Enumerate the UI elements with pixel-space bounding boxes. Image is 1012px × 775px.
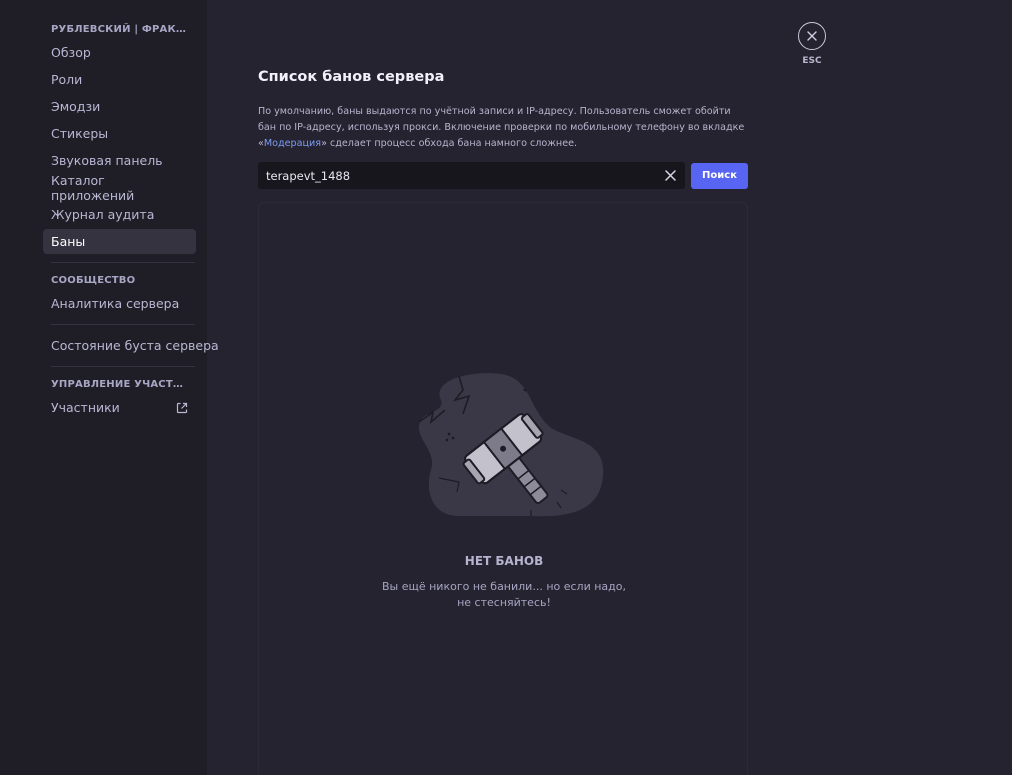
settings-main: Список банов сервера По умолчанию, баны … bbox=[207, 0, 1012, 775]
close-icon bbox=[664, 170, 676, 181]
settings-root: РУБЛЕВСКИЙ | ФРАКЦИИ Обзор Роли Эмодзи С… bbox=[0, 0, 1012, 775]
sidebar-item-label: Аналитика сервера bbox=[51, 296, 180, 311]
sidebar-item-server-boost[interactable]: Состояние буста сервера bbox=[43, 333, 219, 358]
search-input[interactable] bbox=[266, 168, 663, 183]
search-box bbox=[258, 162, 685, 189]
sidebar-members-header: УПРАВЛЕНИЕ УЧАСТНИКА... bbox=[51, 379, 197, 390]
moderation-link[interactable]: Модерация bbox=[264, 138, 321, 149]
sidebar-item-emoji[interactable]: Эмодзи bbox=[43, 94, 196, 119]
esc-label: ESC bbox=[802, 56, 822, 66]
sidebar-item-overview[interactable]: Обзор bbox=[43, 40, 196, 65]
bans-content: Список банов сервера По умолчанию, баны … bbox=[258, 66, 748, 775]
external-link-icon bbox=[176, 402, 188, 413]
close-button[interactable] bbox=[798, 22, 826, 50]
sidebar-item-label: Журнал аудита bbox=[51, 207, 155, 222]
sidebar-item-bans[interactable]: Баны bbox=[43, 229, 196, 254]
bans-list-panel: НЕТ БАНОВ Вы ещё никого не банили... но … bbox=[258, 202, 748, 775]
search-row: Поиск bbox=[258, 162, 748, 189]
sidebar-item-label: Участники bbox=[51, 400, 120, 415]
sidebar-item-stickers[interactable]: Стикеры bbox=[43, 121, 196, 146]
sidebar-community-header: СООБЩЕСТВО bbox=[51, 275, 136, 286]
sidebar-item-label: Состояние буста сервера bbox=[51, 338, 219, 353]
sidebar-item-soundboard[interactable]: Звуковая панель bbox=[43, 148, 196, 173]
close-settings: ESC bbox=[798, 22, 826, 66]
sidebar-divider bbox=[51, 366, 195, 367]
sidebar-item-app-directory[interactable]: Каталог приложений bbox=[43, 172, 196, 203]
sidebar-divider bbox=[51, 324, 195, 325]
sidebar-item-label: Стикеры bbox=[51, 126, 109, 141]
sidebar-item-label: Баны bbox=[51, 234, 86, 249]
sidebar-item-label: Звуковая панель bbox=[51, 153, 163, 168]
empty-state-title: НЕТ БАНОВ bbox=[464, 554, 544, 568]
description-text: » сделает процесс обхода бана намного сл… bbox=[321, 138, 578, 149]
sidebar-server-header: РУБЛЕВСКИЙ | ФРАКЦИИ bbox=[51, 24, 197, 35]
sidebar-item-members[interactable]: Участники bbox=[43, 395, 196, 420]
sidebar-divider bbox=[51, 262, 195, 263]
search-button[interactable]: Поиск bbox=[691, 162, 748, 189]
sidebar-item-roles[interactable]: Роли bbox=[43, 67, 196, 92]
sidebar-item-label: Каталог приложений bbox=[51, 172, 135, 203]
ban-hammer-icon bbox=[418, 373, 604, 517]
clear-search-button[interactable] bbox=[663, 169, 677, 183]
sidebar-item-label: Роли bbox=[51, 72, 83, 87]
sidebar-item-audit-log[interactable]: Журнал аудита bbox=[43, 202, 196, 227]
bans-description: По умолчанию, баны выдаются по учётной з… bbox=[258, 104, 748, 152]
sidebar-item-server-insights[interactable]: Аналитика сервера bbox=[43, 291, 196, 316]
settings-sidebar: РУБЛЕВСКИЙ | ФРАКЦИИ Обзор Роли Эмодзи С… bbox=[0, 0, 219, 775]
sidebar-item-label: Эмодзи bbox=[51, 99, 101, 114]
page-title: Список банов сервера bbox=[258, 69, 445, 85]
close-icon bbox=[807, 31, 817, 41]
sidebar-item-label: Обзор bbox=[51, 45, 91, 60]
empty-state-subtitle: Вы ещё никого не банили... но если надо,… bbox=[381, 580, 626, 609]
